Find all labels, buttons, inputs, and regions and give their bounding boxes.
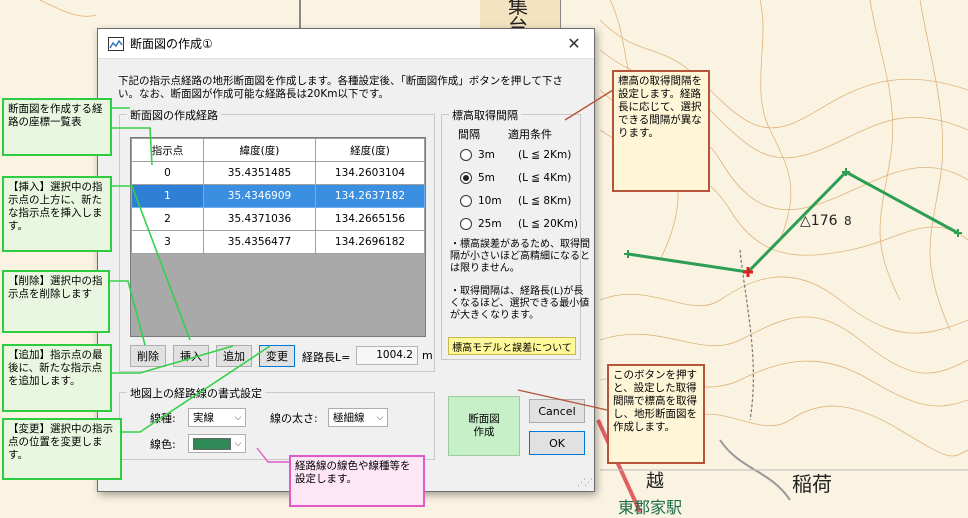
line-color-label: 線色: (150, 438, 176, 451)
cell-lat: 35.4346909 (203, 184, 316, 208)
elevation-model-button[interactable]: 標高モデルと誤差について (448, 337, 576, 355)
linetype-value: 実線 (193, 412, 214, 424)
route-length-field: 1004.2 (356, 346, 418, 365)
insert-button[interactable]: 挿入 (173, 345, 209, 367)
callout-change: 【変更】選択中の指示点の位置を変更します。 (2, 418, 122, 480)
cell-lon: 134.2665156 (315, 207, 425, 231)
profile-dialog: 断面図の作成① ✕ 下記の指示点経路の地形断面図を作成します。各種設定後、「断面… (97, 28, 595, 492)
line-color-select[interactable]: ⌵ (188, 434, 246, 453)
callout-line-style: 経路線の線色や線種等を設定します。 (289, 455, 425, 507)
interval-value: 5m (478, 172, 495, 184)
radio-interval-3m[interactable]: 3m (L ≦ 2Km) (460, 149, 571, 161)
radio-interval-10m[interactable]: 10m (L ≦ 8Km) (460, 195, 571, 207)
radio-interval-5m[interactable]: 5m (L ≦ 4Km) (460, 172, 571, 184)
chevron-down-icon: ⌵ (234, 438, 242, 449)
route-length-label: 経路長L= (302, 351, 351, 364)
line-style-group: 地図上の経路線の書式設定 線種: 実線 ⌵ 線の太さ: 極細線 ⌵ 線色: ⌵ (119, 385, 435, 460)
table-row-selected[interactable]: 1 35.4346909 134.2637182 (131, 184, 425, 208)
elevation-interval-group: 標高取得間隔 間隔 適用条件 3m (L ≦ 2Km) 5m (L ≦ 4Km)… (441, 107, 590, 360)
cell-point: 0 (131, 161, 204, 185)
interval-condition: (L ≦ 2Km) (518, 149, 572, 161)
add-button[interactable]: 追加 (216, 345, 252, 367)
callout-route-list: 断面図を作成する経路の座標一覧表 (2, 98, 112, 156)
map-label-place2: 稲荷 (792, 472, 832, 496)
radio-button-selected[interactable] (460, 172, 472, 184)
elevation-mark: △176 8 (800, 213, 852, 229)
cell-point: 1 (131, 184, 204, 208)
line-width-select[interactable]: 極細線 ⌵ (328, 408, 388, 427)
table-header-row: 指示点 緯度(度) 経度(度) (131, 138, 425, 162)
ok-button[interactable]: OK (529, 431, 585, 455)
line-width-label: 線の太さ: (270, 412, 318, 425)
map-label-place1: 越 (646, 471, 664, 492)
callout-add: 【追加】指示点の最後に、新たな指示点を追加します。 (2, 344, 112, 412)
route-group-legend: 断面図の作成経路 (127, 107, 221, 123)
radio-button[interactable] (460, 195, 472, 207)
table-row[interactable]: 2 35.4371036 134.2665156 (131, 207, 425, 231)
chevron-down-icon: ⌵ (376, 412, 384, 423)
cell-lon: 134.2637182 (315, 184, 425, 208)
dialog-titlebar[interactable]: 断面図の作成① ✕ (98, 29, 594, 59)
interval-condition: (L ≦ 20Km) (518, 218, 578, 230)
col-header-lat[interactable]: 緯度(度) (203, 138, 316, 162)
elevation-group-legend: 標高取得間隔 (449, 107, 521, 123)
map-label-station: 東郡家駅 (618, 498, 683, 517)
table-row[interactable]: 3 35.4356477 134.2696182 (131, 230, 425, 254)
close-icon[interactable]: ✕ (554, 29, 594, 59)
cell-lat: 35.4356477 (203, 230, 316, 254)
route-group: 断面図の作成経路 指示点 緯度(度) 経度(度) 0 35.4351485 13… (119, 107, 435, 372)
elevation-note-1: ・標高誤差があるため、取得間隔が小さいほど高精細になるとは限りません。 (450, 239, 590, 274)
create-profile-button[interactable]: 断面図 作成 (448, 396, 520, 456)
interval-column-header: 間隔 (458, 128, 480, 141)
line-color-swatch (193, 437, 231, 450)
callout-insert: 【挿入】選択中の指示点の上方に、新たな指示点を挿入します。 (2, 176, 112, 252)
interval-value: 3m (478, 149, 495, 161)
callout-elevation-interval: 標高の取得間隔を設定します。経路長に応じて、選択できる間隔が異なります。 (612, 70, 710, 192)
table-row[interactable]: 0 35.4351485 134.2603104 (131, 161, 425, 185)
col-header-lon[interactable]: 経度(度) (315, 138, 425, 162)
route-table[interactable]: 指示点 緯度(度) 経度(度) 0 35.4351485 134.2603104… (130, 137, 426, 337)
elevation-note-2: ・取得間隔は、経路長(L)が長くなるほど、選択できる最小値が大きくなります。 (450, 286, 590, 321)
dialog-title: 断面図の作成① (130, 37, 213, 51)
cell-lon: 134.2696182 (315, 230, 425, 254)
interval-value: 10m (478, 195, 502, 207)
profile-chart-icon (108, 36, 124, 51)
cancel-button[interactable]: Cancel (529, 399, 585, 423)
create-profile-label: 断面図 作成 (468, 413, 500, 438)
radio-button[interactable] (460, 218, 472, 230)
linetype-label: 線種: (150, 412, 176, 425)
triangulation-icon: △ (800, 213, 811, 229)
radio-interval-25m[interactable]: 25m (L ≦ 20Km) (460, 218, 578, 230)
delete-button[interactable]: 削除 (130, 345, 166, 367)
interval-value: 25m (478, 218, 502, 230)
resize-grip[interactable]: ⋰⋰ (577, 478, 593, 488)
line-style-group-legend: 地図上の経路線の書式設定 (127, 385, 265, 401)
callout-delete: 【削除】選択中の指示点を削除します (2, 270, 110, 333)
line-width-value: 極細線 (333, 412, 365, 424)
interval-condition: (L ≦ 8Km) (518, 195, 572, 207)
cell-lat: 35.4351485 (203, 161, 316, 185)
change-button[interactable]: 変更 (259, 345, 295, 367)
cell-lon: 134.2603104 (315, 161, 425, 185)
callout-create-button: このボタンを押すと、設定した取得間隔で標高を取得し、地形断面図を作成します。 (607, 364, 705, 464)
interval-condition: (L ≦ 4Km) (518, 172, 572, 184)
linetype-select[interactable]: 実線 ⌵ (188, 408, 246, 427)
cell-lat: 35.4371036 (203, 207, 316, 231)
dialog-description: 下記の指示点経路の地形断面図を作成します。各種設定後、「断面図作成」ボタンを押し… (118, 75, 563, 100)
condition-column-header: 適用条件 (508, 128, 552, 141)
cell-point: 3 (131, 230, 204, 254)
elevation-suffix: 8 (843, 214, 852, 228)
chevron-down-icon: ⌵ (234, 412, 242, 423)
route-length-unit: m (422, 349, 433, 362)
radio-button[interactable] (460, 149, 472, 161)
elevation-number: 176 (810, 213, 838, 229)
cell-point: 2 (131, 207, 204, 231)
col-header-point[interactable]: 指示点 (131, 138, 204, 162)
